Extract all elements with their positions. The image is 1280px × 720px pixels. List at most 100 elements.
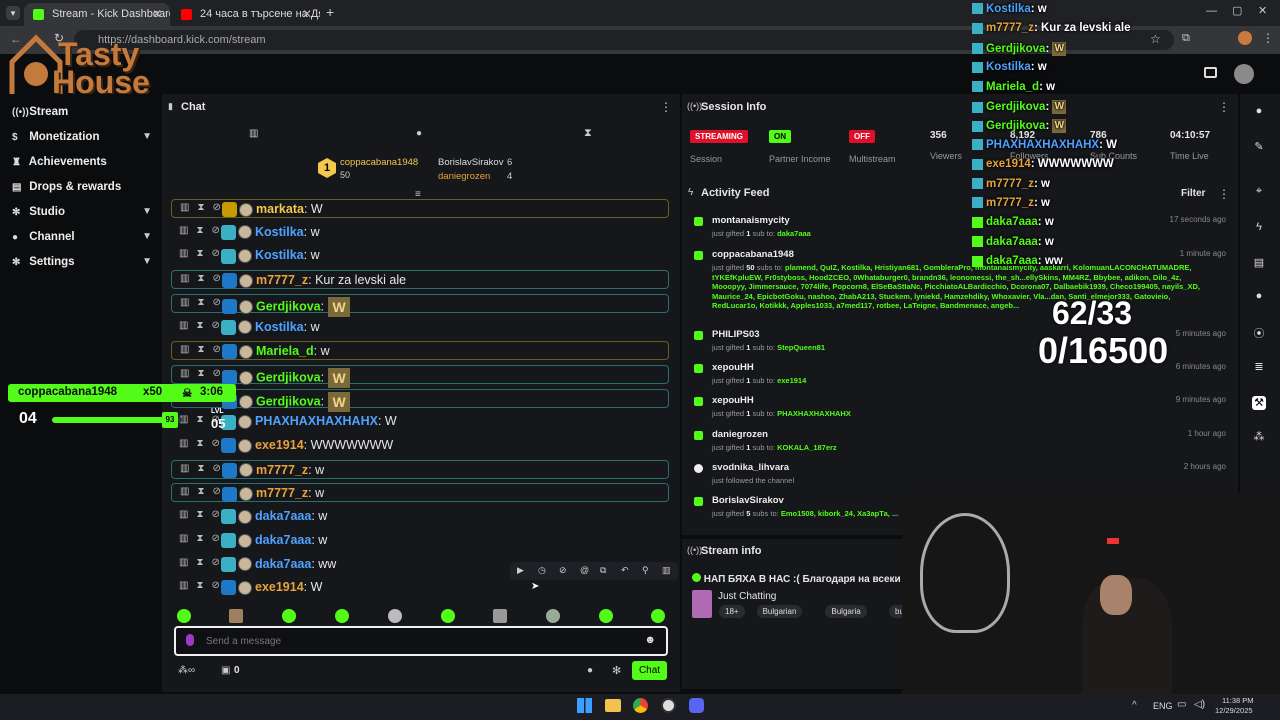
stream-tag[interactable]: 18+ (719, 605, 745, 618)
chat-username[interactable]: markata (256, 202, 304, 216)
stream-tag[interactable]: Bulgarian (756, 605, 803, 618)
edit-icon[interactable]: ✎ (1252, 140, 1266, 154)
close-tab-icon[interactable]: ✕ (302, 7, 312, 21)
sidebar-item-channel[interactable]: ● Channel ▼ (12, 231, 152, 243)
activity-item[interactable]: montanaismycity just gifted 1 sub to: dak… (690, 215, 1230, 238)
emote-icon[interactable] (441, 609, 455, 623)
chat-menu-icon[interactable]: ⋮ (660, 100, 672, 114)
chat-username[interactable]: exe1914 (255, 438, 304, 452)
extensions-icon[interactable]: ⧉ (1182, 32, 1190, 45)
chat-message[interactable]: ▥⧗⊘ daka7aaa: w (171, 507, 669, 526)
delete-icon[interactable]: ▥ (662, 565, 671, 576)
new-tab-button[interactable]: + (326, 4, 334, 20)
trash-icon[interactable]: ▥ (249, 128, 258, 139)
category-name[interactable]: Just Chatting (718, 591, 776, 602)
windows-start-icon[interactable] (577, 698, 592, 713)
sidebar-item-achievements[interactable]: ♜ Achievements (12, 156, 152, 168)
chrome-icon[interactable] (633, 698, 648, 713)
timeout-icon[interactable]: ◷ (538, 565, 546, 576)
chat-info-icon[interactable]: ● (587, 665, 593, 676)
emote-icon[interactable] (651, 609, 665, 623)
chat-message[interactable]: ▥⧗⊘ daka7aaa: w (171, 531, 669, 550)
chat-bubble-icon[interactable]: ● (416, 128, 422, 139)
clock-time[interactable]: 11:38 PM (1222, 696, 1254, 705)
chat-username[interactable]: Kostilka (255, 320, 304, 334)
chat-username[interactable]: Mariela_d (256, 344, 314, 358)
chat-username[interactable]: m7777_z (256, 463, 308, 477)
chat-username[interactable]: exe1914 (255, 580, 304, 594)
browser-menu-icon[interactable]: ⋮ (1262, 31, 1274, 45)
chat-username[interactable]: m7777_z (256, 486, 308, 500)
stream-title[interactable]: НАП БЯХА В НАС :( Благодаря на всеки ед (692, 573, 902, 585)
sidebar-item-drops[interactable]: ▤ Drops & rewards (12, 181, 152, 193)
obs-icon[interactable] (661, 698, 676, 713)
chat-username[interactable]: Gerdjikova (256, 394, 321, 408)
layers-icon[interactable]: ≣ (1252, 360, 1266, 374)
tray-chevron-icon[interactable]: ^ (1132, 700, 1137, 711)
maximize-icon[interactable]: ▢ (1232, 4, 1242, 17)
profile-avatar-icon[interactable] (1238, 31, 1252, 45)
chat-input-box[interactable]: Send a message ☻ (174, 626, 668, 656)
discord-icon[interactable] (689, 698, 704, 713)
chat-username[interactable]: Gerdjikova (256, 299, 321, 313)
chat-message[interactable]: ▥⧗⊘Gerdjikova:W (171, 293, 669, 317)
chat-username[interactable]: PHAXHAXHAXHAHX (255, 414, 378, 428)
user-avatar[interactable] (1234, 64, 1254, 84)
chat-username[interactable]: Kostilka (255, 225, 304, 239)
chat-username[interactable]: Kostilka (255, 248, 304, 262)
chat-username[interactable]: daka7aaa (255, 557, 311, 571)
sidebar-item-settings[interactable]: ✻ Settings ▼ (12, 256, 152, 268)
minimize-icon[interactable]: — (1206, 5, 1217, 17)
activity-item[interactable]: daniegrozen just gifted 1 sub to: KOKALA_… (690, 429, 1230, 452)
chat-message[interactable]: ▥⧗⊘ PHAXHAXHAXHAHX: W (171, 412, 669, 431)
activity-item[interactable]: svodnika_lihvara just followed the channe… (690, 462, 1230, 485)
emote-icon[interactable] (282, 609, 296, 623)
session-menu-icon[interactable]: ⋮ (1218, 100, 1230, 114)
chat-settings-icon[interactable]: ✻ (612, 664, 621, 677)
file-explorer-icon[interactable] (605, 699, 621, 712)
send-chat-button[interactable]: Chat (632, 661, 667, 680)
close-window-icon[interactable]: ✕ (1258, 4, 1267, 17)
chat-username[interactable]: daka7aaa (255, 509, 311, 523)
chat-message[interactable]: ▥⧗⊘ Kostilka: w (171, 246, 669, 265)
chat-username[interactable]: daka7aaa (255, 533, 311, 547)
crop-icon[interactable]: ⌖ (1252, 185, 1266, 199)
undo-icon[interactable]: ↶ (621, 565, 629, 576)
activity-item[interactable]: xepouHH just gifted 1 sub to: PHAXHAXHAXH… (690, 395, 1230, 418)
chat-message[interactable]: ▥⧗⊘ exe1914: WWWWWWW (171, 436, 669, 455)
bookmark-star-icon[interactable]: ☆ (1150, 32, 1161, 46)
chat-message[interactable]: ▥⧗⊘ Kostilka: w (171, 318, 669, 337)
hide-icon[interactable]: ⊘ (559, 565, 567, 576)
sidebar-item-studio[interactable]: ✻ Studio ▼ (12, 206, 152, 218)
activity-user[interactable]: coppacabana1948 (712, 249, 1230, 260)
pin-icon[interactable]: ⚲ (642, 565, 649, 576)
chat-message[interactable]: ▥⧗⊘ Mariela_d: w (171, 341, 669, 361)
tab-youtube[interactable]: 24 часа в търсене на Дяволск ✕ (172, 3, 320, 26)
play-icon[interactable]: ▶ (517, 565, 524, 576)
emote-icon[interactable] (493, 609, 507, 623)
sidebar-item-monetization[interactable]: $ Monetization ▼ (12, 131, 152, 143)
document-icon[interactable]: ▤ (1252, 256, 1266, 270)
help-icon[interactable]: ● (1252, 105, 1266, 119)
broadcast-icon[interactable]: ⦿ (1252, 325, 1266, 340)
chat-message[interactable]: ▥⧗⊘ m7777_z: w (171, 483, 669, 503)
chat-message[interactable]: ▥⧗⊘ m7777_z: Kur za levski ale (171, 270, 669, 290)
activity-item[interactable]: coppacabana1948 just gifted 50 subs to: p… (690, 249, 1230, 311)
emoji-icon[interactable]: ☻ (644, 634, 656, 646)
people-icon[interactable]: ⁂∞ (178, 665, 195, 676)
wrench-icon[interactable]: ⚒ (1252, 396, 1266, 410)
emote-icon[interactable] (599, 609, 613, 623)
hourglass-icon[interactable]: ⧗ (584, 127, 592, 140)
activity-user[interactable]: xepouHH (712, 395, 1230, 406)
copy-icon[interactable]: ⧉ (600, 565, 606, 576)
at-icon[interactable]: @ (580, 565, 589, 575)
stream-tag[interactable]: Bulgaria (825, 605, 867, 618)
clock-date[interactable]: 12/29/2025 (1215, 706, 1253, 715)
chat-message[interactable]: ▥⧗⊘ markata: W (171, 199, 669, 218)
mic-icon[interactable] (186, 634, 194, 646)
chat-message[interactable]: ▥⧗⊘Gerdjikova:W (171, 388, 669, 412)
network-icon[interactable]: ▭ (1177, 699, 1186, 710)
emote-icon[interactable] (546, 609, 560, 623)
chat-message[interactable]: ▥⧗⊘ m7777_z: w (171, 459, 669, 479)
filter-button[interactable]: Filter (1181, 188, 1205, 199)
